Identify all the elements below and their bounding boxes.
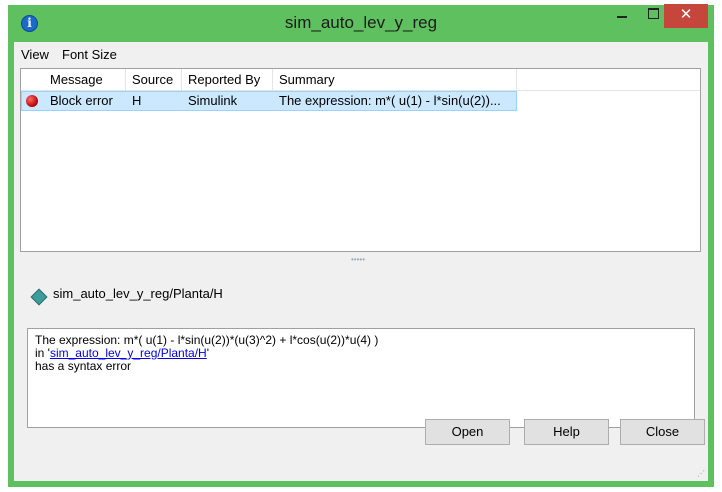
list-header: Message Source Reported By Summary [21,69,700,91]
menu-font-size[interactable]: Font Size [62,47,117,62]
error-icon [26,95,38,107]
block-link[interactable]: sim_auto_lev_y_reg/Planta/H [50,346,207,360]
location-suffix: ' [206,346,210,360]
menu-view[interactable]: View [21,47,49,62]
open-button[interactable]: Open [425,419,510,445]
column-divider[interactable] [516,69,517,90]
row-reported-by: Simulink [188,93,238,108]
message-list[interactable]: Message Source Reported By Summary Block… [20,68,701,252]
close-icon: ✕ [679,6,693,23]
column-header-reported-by[interactable]: Reported By [182,69,272,90]
maximize-icon [648,8,659,19]
title-bar[interactable]: i sim_auto_lev_y_reg ✕ [8,4,714,42]
close-window-button[interactable]: ✕ [664,4,708,28]
menu-bar: View Font Size [14,42,708,66]
column-header-message[interactable]: Message [44,69,124,90]
table-row[interactable]: Block error H Simulink The expression: m… [21,91,517,111]
dialog-content: View Font Size Message Source Reported B… [14,42,708,481]
minimize-button[interactable] [608,5,636,27]
details-line-location: in 'sim_auto_lev_y_reg/Planta/H' [35,347,687,360]
row-source: H [132,93,142,108]
message-details[interactable]: The expression: m*( u(1) - l*sin(u(2))*(… [27,328,695,428]
row-message: Block error [50,93,113,108]
block-path: sim_auto_lev_y_reg/Planta/H [53,286,223,301]
close-button[interactable]: Close [620,419,705,445]
location-prefix: in ' [35,346,50,360]
splitter-grip-icon[interactable]: ••••• [351,255,365,264]
row-summary: The expression: m*( u(1) - l*sin(u(2))..… [279,93,501,108]
resize-grip-icon[interactable]: ⋰ [697,469,705,478]
column-header-source[interactable]: Source [126,69,180,90]
column-header-summary[interactable]: Summary [273,69,516,90]
details-line-error: has a syntax error [35,359,132,373]
help-button[interactable]: Help [524,419,609,445]
minimize-icon [617,16,627,18]
block-diamond-icon [30,288,48,306]
dialog-window: i sim_auto_lev_y_reg ✕ View Font Size Me… [8,4,714,487]
